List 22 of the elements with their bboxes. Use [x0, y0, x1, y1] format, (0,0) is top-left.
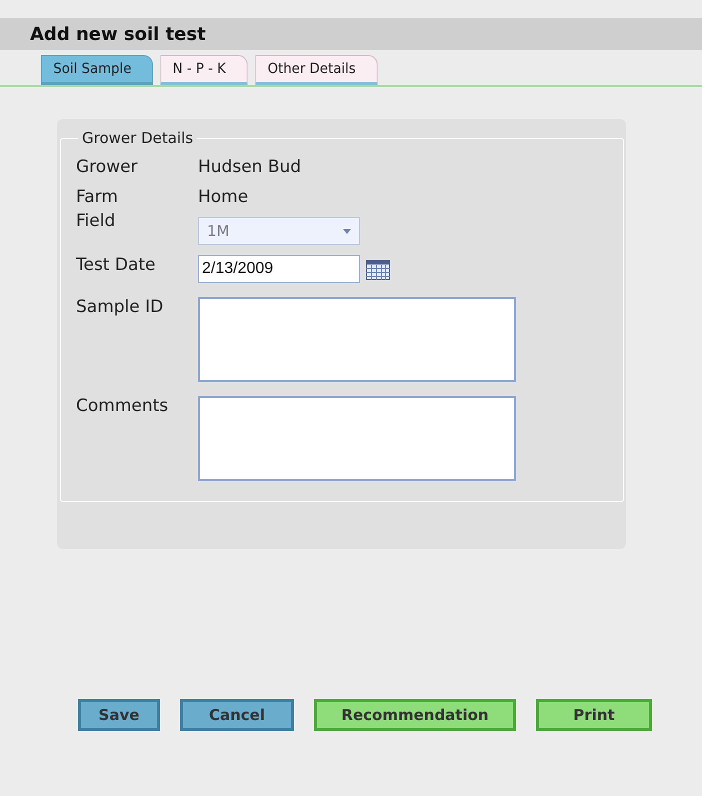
text-area[interactable] — [198, 297, 516, 382]
text-area[interactable] — [198, 396, 516, 481]
field-label: Sample ID — [76, 297, 164, 317]
field-label: Test Date — [76, 255, 157, 275]
tab[interactable]: Soil Sample — [40, 55, 154, 85]
field-label: Farm — [76, 187, 119, 207]
page-title: Add new soil test — [30, 24, 206, 44]
field-label: Comments — [76, 396, 170, 416]
action-button[interactable]: Cancel — [180, 699, 294, 731]
fieldset-legend: Grower Details — [78, 129, 198, 147]
field-label: Grower — [76, 157, 139, 177]
date-input-field[interactable]: 2/13/2009 — [198, 255, 360, 283]
field-value: Home — [198, 187, 248, 207]
field-value: Hudsen Bud — [198, 157, 302, 177]
action-button[interactable]: Save — [78, 699, 160, 731]
action-button[interactable]: Print — [536, 699, 652, 731]
tab[interactable]: N - P - K — [160, 55, 248, 85]
action-button[interactable]: Recommendation — [314, 699, 516, 731]
calendar-icon[interactable] — [366, 258, 390, 280]
dropdown-caret-icon — [343, 228, 351, 234]
tab[interactable]: Other Details — [255, 55, 378, 85]
field-label: Field — [76, 211, 116, 231]
